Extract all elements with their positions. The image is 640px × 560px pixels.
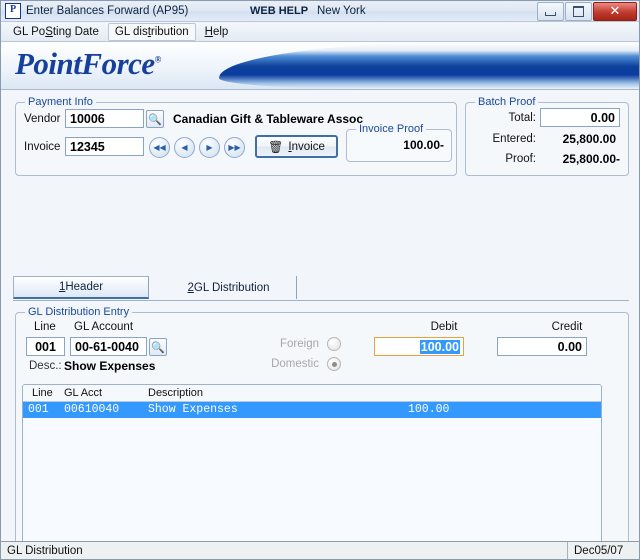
domestic-label: Domestic [271, 358, 319, 370]
tab-strip: 1 Header 2 GL Distribution [13, 276, 629, 301]
gl-account-label: GL Account [74, 321, 134, 333]
trademark-mark: ® [154, 54, 162, 65]
row-gl-acct: 00610040 [64, 403, 120, 416]
menu-help[interactable]: Help [198, 23, 236, 41]
payment-info-group: Payment Info Vendor 10006 🔍 Canadian Gif… [15, 96, 457, 176]
table-header-row: Line GL Acct Description [23, 385, 601, 402]
banner-wave-graphic [219, 42, 639, 89]
gl-distribution-table: Line GL Acct Description 001 00610040 Sh… [22, 384, 602, 559]
delete-invoice-button[interactable]: 🗑 Invoice [255, 135, 338, 158]
invoice-proof-legend: Invoice Proof [356, 123, 427, 135]
web-help-link[interactable]: WEB HELP [250, 5, 308, 17]
menu-gl-distribution-post: ribution [150, 25, 189, 38]
domestic-radio[interactable] [327, 357, 341, 371]
vendor-name: Canadian Gift & Tableware Assoc [173, 112, 364, 126]
debit-input[interactable]: 100.00 [374, 337, 464, 356]
foreign-radio[interactable] [327, 337, 341, 351]
batch-proof-legend: Batch Proof [475, 96, 539, 108]
location-label: New York [317, 5, 366, 17]
row-amount: 100.00 [408, 403, 450, 416]
batch-proof-label: Proof: [505, 153, 536, 165]
table-body[interactable]: 001 00610040 Show Expenses 100.00 [23, 402, 601, 559]
main-content: Payment Info Vendor 10006 🔍 Canadian Gif… [1, 90, 639, 559]
menu-help-post: elp [212, 25, 229, 38]
menu-gl-distribution[interactable]: GL distribution [107, 22, 196, 41]
row-description: Show Expenses [148, 403, 238, 416]
line-label: Line [34, 321, 56, 333]
nav-first-button[interactable]: ◀◀ [149, 137, 170, 158]
batch-total-label: Total: [508, 112, 537, 124]
currency-foreign-option[interactable]: Foreign [271, 337, 341, 351]
pointforce-p-icon: P [5, 3, 21, 19]
tab-header-label: Header [65, 281, 104, 293]
column-header-line: Line [32, 387, 53, 399]
minimize-button[interactable] [537, 2, 564, 21]
row-line: 001 [28, 403, 49, 416]
brand-banner: PointForce® [1, 42, 639, 90]
nav-first-icon: ◀◀ [153, 142, 166, 152]
invoice-proof-value: 100.00- [403, 138, 444, 152]
vendor-input[interactable]: 10006 [65, 109, 144, 128]
maximize-icon [573, 6, 584, 17]
menu-gl-posting-date[interactable]: GL PoSting Date [6, 23, 106, 41]
credit-label: Credit [551, 321, 583, 333]
foreign-label: Foreign [280, 338, 319, 350]
minimize-icon [545, 11, 556, 16]
window-controls: ✕ [537, 2, 637, 21]
maximize-button[interactable] [565, 2, 592, 21]
column-header-gl-acct: GL Acct [64, 387, 103, 399]
close-icon: ✕ [609, 4, 621, 19]
batch-entered-value: 25,800.00 [562, 132, 616, 146]
batch-proof-group: Batch Proof Total: 0.00 Entered: 25,800.… [465, 96, 629, 176]
tab-header[interactable]: 1 Header [13, 276, 149, 299]
invoice-label: Invoice [24, 141, 61, 153]
menu-gl-posting-date-post: ting Date [52, 25, 99, 38]
batch-proof-value: 25,800.00- [562, 152, 620, 166]
tab-gl-distribution[interactable]: 2 GL Distribution [161, 276, 297, 299]
line-input[interactable]: 001 [26, 337, 65, 356]
invoice-input[interactable]: 12345 [65, 137, 144, 156]
title-bar: P Enter Balances Forward (AP95) WEB HELP… [1, 1, 639, 22]
menu-gl-posting-date-pre: GL Po [13, 25, 46, 38]
gl-account-input[interactable]: 00-61-0040 [70, 337, 147, 356]
batch-total-value[interactable]: 0.00 [540, 108, 620, 127]
column-header-description: Description [148, 387, 204, 399]
menu-gl-posting-date-accel: S [45, 25, 53, 38]
delete-invoice-label: Invoice [288, 140, 325, 153]
application-window: P Enter Balances Forward (AP95) WEB HELP… [0, 0, 640, 560]
vendor-lookup-magnifier-icon[interactable]: 🔍 [146, 110, 164, 128]
desc-label: Desc.: [29, 360, 62, 372]
credit-input[interactable]: 0.00 [497, 337, 587, 356]
window-title: Enter Balances Forward (AP95) [26, 5, 189, 17]
vendor-label: Vendor [24, 113, 61, 125]
invoice-proof-group: Invoice Proof 100.00- [346, 123, 452, 162]
close-button[interactable]: ✕ [593, 2, 637, 21]
nav-previous-icon: ◀ [181, 142, 188, 152]
trash-icon: 🗑 [268, 139, 284, 154]
debit-label: Debit [430, 321, 458, 333]
batch-entered-label: Entered: [492, 133, 536, 145]
desc-value: Show Expenses [64, 359, 156, 373]
menu-help-accel: H [204, 25, 213, 38]
nav-next-icon: ▶ [206, 142, 213, 152]
table-row[interactable]: 001 00610040 Show Expenses 100.00 [23, 402, 601, 418]
nav-last-icon: ▶▶ [228, 142, 241, 152]
nav-previous-button[interactable]: ◀ [174, 137, 195, 158]
payment-info-legend: Payment Info [25, 96, 96, 108]
pointforce-logo: PointForce® [15, 46, 161, 82]
status-date: Dec05/07 [567, 542, 639, 559]
nav-last-button[interactable]: ▶▶ [224, 137, 245, 158]
gl-entry-legend: GL Distribution Entry [25, 306, 133, 318]
pointforce-logo-text: PointForce [15, 46, 155, 81]
menu-gl-distribution-pre: GL dis [114, 25, 148, 38]
domestic-radio-dot [331, 361, 337, 367]
menu-bar: GL PoSting Date GL distribution Help [1, 22, 639, 42]
nav-next-button[interactable]: ▶ [199, 137, 220, 158]
tab-gl-distribution-label: GL Distribution [193, 281, 270, 294]
currency-domestic-option[interactable]: Domestic [271, 357, 341, 371]
status-message: GL Distribution [7, 544, 83, 557]
debit-value: 100.00 [419, 339, 460, 354]
status-bar: GL Distribution Dec05/07 [1, 541, 639, 559]
gl-account-lookup-magnifier-icon[interactable]: 🔍 [149, 338, 167, 356]
